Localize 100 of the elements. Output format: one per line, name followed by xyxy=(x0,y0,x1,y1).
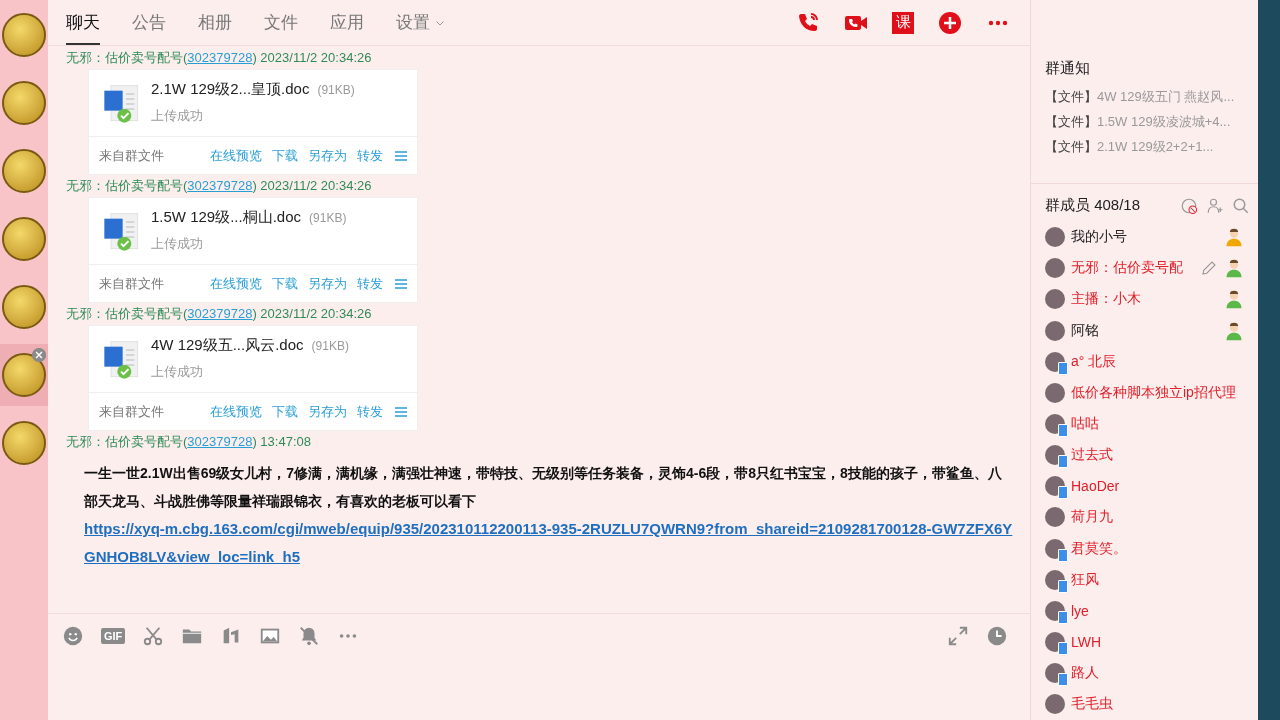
file-action-link[interactable]: 另存为 xyxy=(308,274,347,293)
file-action-link[interactable]: 另存为 xyxy=(308,402,347,421)
member-name: 阿铭 xyxy=(1071,321,1100,340)
group-avatar xyxy=(2,149,46,193)
file-action-link[interactable]: 下载 xyxy=(272,274,298,293)
members-title: 群成员 408/18 xyxy=(1045,196,1142,216)
file-name: 2.1W 129级2...皇顶.doc xyxy=(151,80,310,97)
member-row[interactable]: 毛毛虫 xyxy=(1031,688,1258,720)
member-name: 咕咕 xyxy=(1071,414,1100,433)
qq-number-link[interactable]: 302379728 xyxy=(187,434,253,449)
qq-number-link[interactable]: 302379728 xyxy=(187,50,253,65)
member-name: HaoDer xyxy=(1071,478,1121,495)
member-name: 我的小号 xyxy=(1071,228,1128,247)
group-avatar xyxy=(2,13,46,57)
member-name: 毛毛虫 xyxy=(1071,695,1114,714)
group-avatar xyxy=(2,353,46,397)
course-button[interactable]: 课 xyxy=(892,11,914,34)
group-avatar xyxy=(2,285,46,329)
member-row[interactable]: LWH xyxy=(1031,626,1258,658)
add-person-icon[interactable] xyxy=(1206,196,1224,215)
file-action-link[interactable]: 下载 xyxy=(272,146,298,165)
scissors-icon[interactable] xyxy=(142,625,165,647)
file-name: 1.5W 129级...桐山.doc xyxy=(151,208,302,225)
tab[interactable]: 相册 xyxy=(198,0,232,45)
member-row[interactable]: 荷月九 xyxy=(1031,501,1258,533)
message-header: 无邪：估价卖号配号(302379728) 2023/11/2 20:34:26 xyxy=(66,177,373,195)
tab[interactable]: 文件 xyxy=(264,0,298,45)
tab[interactable]: 应用 xyxy=(330,0,364,45)
close-icon[interactable] xyxy=(32,348,46,362)
notice-item[interactable]: 【文件】4W 129级五门 燕赵风... xyxy=(1045,84,1258,109)
member-row[interactable]: a° 北辰 xyxy=(1031,346,1258,378)
member-row[interactable]: 主播：小木 xyxy=(1031,283,1258,315)
message-text: 一生一世2.1W出售69级女儿村，7修满，满机缘，满强壮神速，带特技、无级别等任务装备，灵饰4-6段，带8只红书宝宝，8技能的孩子，带鲨鱼、八部天龙马、斗战胜佛等限量祥瑞跟锦衣，有喜欢的老板可以看下 xyxy=(84,464,1003,511)
add-circle-icon[interactable] xyxy=(938,10,962,35)
pencil-icon[interactable] xyxy=(1200,259,1218,278)
member-row[interactable]: 咕咕 xyxy=(1031,408,1258,440)
expand-icon[interactable] xyxy=(947,625,969,647)
member-row[interactable]: 君莫笑。 xyxy=(1031,533,1258,565)
member-row[interactable]: 阿铭 xyxy=(1031,314,1258,347)
qq-number-link[interactable]: 302379728 xyxy=(187,306,253,321)
person-icon xyxy=(1224,227,1244,248)
file-action-link[interactable]: 转发 xyxy=(357,274,383,293)
member-row[interactable]: 低价各种脚本独立ip招代理 xyxy=(1031,377,1258,409)
member-name: a° 北辰 xyxy=(1071,352,1118,371)
qq-number-link[interactable]: 302379728 xyxy=(187,178,253,193)
member-name: LWH xyxy=(1071,634,1103,651)
member-name: 狂风 xyxy=(1071,570,1100,589)
member-name: 无邪：估价卖号配 xyxy=(1071,259,1184,278)
clock-icon[interactable] xyxy=(986,625,1008,647)
member-name: 主播：小木 xyxy=(1071,290,1142,309)
member-row[interactable]: 无邪：估价卖号配 xyxy=(1031,252,1258,284)
member-name: 君莫笑。 xyxy=(1071,539,1128,558)
member-name: 荷月九 xyxy=(1071,508,1114,527)
upload-status: 上传成功 xyxy=(151,363,204,381)
upload-status: 上传成功 xyxy=(151,235,204,253)
member-row[interactable]: 狂风 xyxy=(1031,564,1258,596)
file-source: 来自群文件 xyxy=(99,146,165,165)
file-size: (91KB) xyxy=(309,211,347,225)
file-action-link[interactable]: 在线预览 xyxy=(210,402,262,421)
file-action-link[interactable]: 在线预览 xyxy=(210,274,262,293)
file-action-link[interactable]: 在线预览 xyxy=(210,146,262,165)
file-action-link[interactable]: 下载 xyxy=(272,402,298,421)
file-source: 来自群文件 xyxy=(99,402,165,421)
member-name: lye xyxy=(1071,602,1090,619)
search-icon[interactable] xyxy=(1232,196,1250,215)
member-name: 低价各种脚本独立ip招代理 xyxy=(1071,383,1237,402)
file-action-link[interactable]: 另存为 xyxy=(308,146,347,165)
person-icon xyxy=(1224,258,1244,279)
notice-item[interactable]: 【文件】2.1W 129级2+2+1... xyxy=(1045,134,1258,159)
member-row[interactable]: HaoDer xyxy=(1031,470,1258,502)
person-icon xyxy=(1224,289,1244,310)
tab[interactable]: 设置 xyxy=(396,0,446,45)
member-name: 过去式 xyxy=(1071,446,1114,465)
notice-title: 群通知 xyxy=(1045,59,1091,78)
bell-off-icon[interactable] xyxy=(298,625,321,647)
member-row[interactable]: lye xyxy=(1031,595,1258,627)
file-size: (91KB) xyxy=(317,83,355,97)
group-entry[interactable] xyxy=(0,344,48,406)
group-avatar xyxy=(2,421,46,465)
message-header: 无邪：估价卖号配号(302379728) 2023/11/2 20:34:26 xyxy=(66,49,373,67)
tab[interactable]: 聊天 xyxy=(66,0,100,45)
member-row[interactable]: 过去式 xyxy=(1031,439,1258,471)
member-row[interactable]: 路人 xyxy=(1031,657,1258,689)
gif-button[interactable]: GIF xyxy=(101,628,126,644)
person-icon xyxy=(1224,320,1244,341)
smiley-icon[interactable] xyxy=(62,625,84,647)
notice-item[interactable]: 【文件】1.5W 129级凌波城+4... xyxy=(1045,109,1258,134)
member-row[interactable]: 我的小号 xyxy=(1031,221,1258,253)
file-name: 4W 129级五...风云.doc xyxy=(151,336,304,353)
file-source: 来自群文件 xyxy=(99,274,165,293)
member-name: 路人 xyxy=(1071,664,1100,683)
tab[interactable]: 公告 xyxy=(132,0,166,45)
message-header: 无邪：估价卖号配号(302379728) 13:47:08 xyxy=(66,433,312,451)
file-action-link[interactable]: 转发 xyxy=(357,402,383,421)
message-link[interactable]: https://xyq-m.cbg.163.com/cgi/mweb/equip/935/202310112200113-935-2RUZLU7QWRN9?from_shareid=2109281700128-GW7ZFX6YGNHOB8LV&view_loc=link_h5 xyxy=(84,515,1014,571)
file-size: (91KB) xyxy=(311,339,349,353)
group-avatar xyxy=(2,81,46,125)
file-action-link[interactable]: 转发 xyxy=(357,146,383,165)
message-header: 无邪：估价卖号配号(302379728) 2023/11/2 20:34:26 xyxy=(66,305,373,323)
smiley-slash-icon[interactable] xyxy=(1180,196,1198,215)
